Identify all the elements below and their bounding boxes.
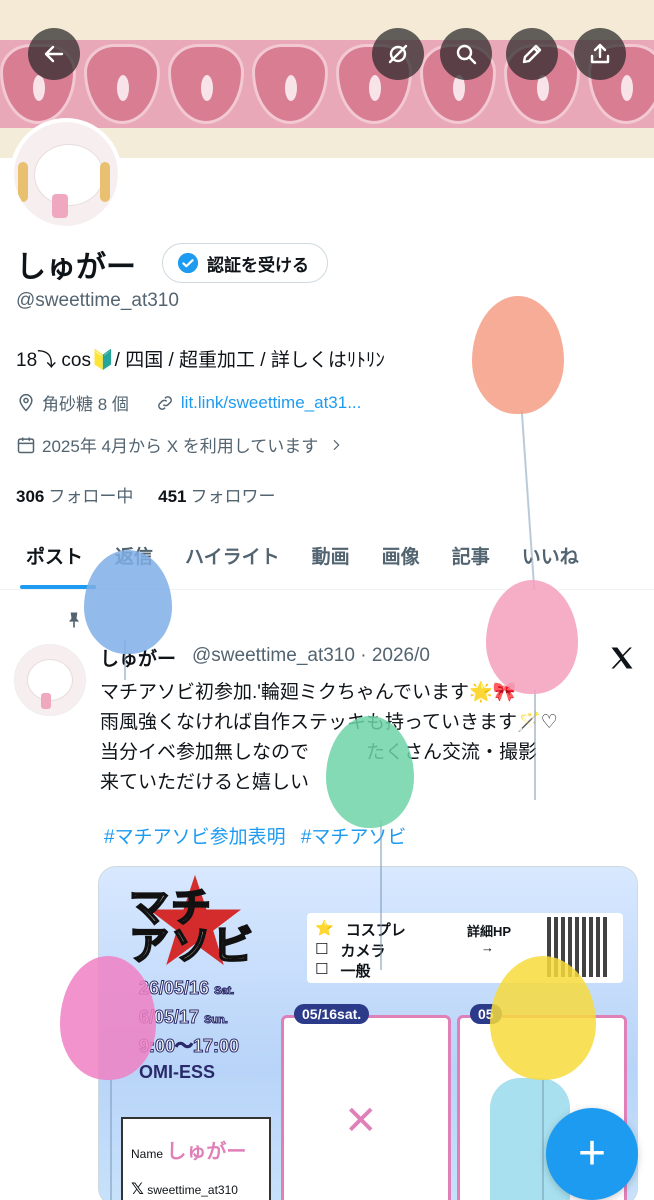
profile-location: 角砂糖 8 個 — [42, 395, 129, 414]
edit-button[interactable] — [506, 28, 558, 80]
x-logo-icon[interactable] — [608, 644, 636, 672]
following-label: フォロー中 — [48, 487, 134, 506]
date-1-day: Sat. — [214, 985, 235, 998]
followers-link[interactable]: 451 フォロワー — [158, 487, 275, 506]
post-avatar[interactable] — [14, 644, 86, 716]
date-2-day: Sun. — [204, 1014, 229, 1027]
calendar-icon — [17, 437, 35, 453]
event-venue: OMI-ESS — [139, 1062, 216, 1082]
share-button[interactable] — [574, 28, 626, 80]
tab-posts[interactable]: ポスト — [26, 542, 83, 569]
phone-icon — [41, 693, 51, 709]
profile-meta-row: 角砂糖 8 個 lit.link/sweettime_at31... — [16, 390, 361, 415]
star-icon: ⭐ — [315, 920, 334, 937]
balloon-string — [534, 690, 536, 800]
yellow-balloon — [490, 956, 596, 1080]
bead-decoration — [18, 162, 28, 202]
pin-icon — [69, 612, 79, 628]
following-count: 306 — [16, 487, 45, 506]
hashtag-link[interactable]: #マチアソビ参加表明 — [104, 827, 286, 848]
search-icon — [456, 44, 477, 65]
search-button[interactable] — [440, 28, 492, 80]
get-verified-button[interactable]: 認証を受ける — [162, 243, 328, 283]
card-handle: sweettime_at310 — [147, 1183, 238, 1197]
empty-checkbox-icon: ☐ — [315, 961, 329, 978]
tab-videos[interactable]: 動画 — [312, 542, 350, 569]
balloon-string — [110, 1080, 112, 1200]
profile-link[interactable]: lit.link/sweettime_at31... — [181, 393, 361, 413]
box-date-tag: 05/16sat. — [294, 1004, 370, 1024]
green-balloon — [326, 716, 414, 828]
compose-post-button[interactable]: + — [546, 1108, 638, 1200]
profile-bio: 18⤵︎ cos🔰/ 四国 / 超重加工 / 詳しくはﾘﾄﾘﾝ — [16, 350, 385, 371]
followers-count: 451 — [158, 487, 187, 506]
post-handle-date: @sweettime_at310 · 2026/0 — [192, 645, 430, 666]
link-icon — [158, 395, 172, 410]
pink-balloon — [486, 580, 578, 694]
card-name: しゅがー — [166, 1141, 247, 1163]
joined-date-row[interactable]: 2025年 4月から X を利用しています — [16, 432, 344, 457]
checkbox-cosplay: ⭐ コスプレ — [315, 919, 406, 940]
chevron-right-icon — [333, 439, 340, 450]
photo-box-1: 05/16sat. ✕ — [281, 1004, 451, 1200]
balloon-string — [380, 820, 382, 970]
edit-icon — [522, 44, 542, 64]
checkbox-label: 一般 — [340, 963, 371, 980]
checkbox-label: コスプレ — [345, 922, 406, 939]
tab-highlights[interactable]: ハイライト — [185, 542, 280, 569]
profile-avatar[interactable] — [10, 118, 122, 230]
profile-name: しゅがー — [16, 251, 136, 284]
magenta-balloon — [60, 956, 156, 1080]
tab-images[interactable]: 画像 — [382, 542, 420, 569]
checkbox-label: カメラ — [340, 943, 386, 960]
no-translate-button[interactable] — [372, 28, 424, 80]
location-pin-icon — [19, 393, 33, 412]
plus-icon: + — [577, 1127, 607, 1180]
bead-decoration — [100, 162, 110, 202]
follow-stats: 306 フォロー中 451 フォロワー — [16, 482, 275, 507]
detail-hp-label: 詳細HP → — [467, 921, 511, 955]
event-logo-text: マチ アソビ — [128, 886, 255, 968]
verified-badge-icon — [177, 252, 199, 274]
get-verified-label: 認証を受ける — [207, 255, 309, 275]
checkbox-general: ☐ 一般 — [315, 960, 370, 981]
back-button[interactable] — [28, 28, 80, 80]
orange-balloon — [472, 296, 564, 414]
tab-articles[interactable]: 記事 — [452, 542, 490, 569]
following-link[interactable]: 306 フォロー中 — [16, 487, 133, 506]
no-translate-icon — [388, 44, 408, 64]
arrow-text: → — [481, 940, 494, 955]
name-card: Name しゅがー 𝕏 sweettime_at310 — [121, 1117, 271, 1200]
cross-mark: ✕ — [344, 1099, 378, 1143]
name-label: Name — [131, 1147, 164, 1161]
followers-label: フォロワー — [190, 487, 276, 506]
share-icon — [590, 43, 610, 64]
checkbox-camera: ☐ カメラ — [315, 940, 385, 961]
x-mini-logo-icon: 𝕏 — [131, 1181, 144, 1198]
banner-cream — [0, 0, 654, 40]
profile-handle: @sweettime_at310 — [16, 290, 179, 311]
joined-date: 2025年 4月から X を利用しています — [42, 437, 319, 456]
phone-icon — [52, 194, 68, 218]
balloon-string — [542, 1080, 544, 1200]
detail-label-text: 詳細HP — [467, 924, 512, 939]
hashtag-link[interactable]: #マチアソビ — [301, 827, 407, 848]
empty-checkbox-icon: ☐ — [315, 941, 329, 958]
avatar-character — [34, 144, 104, 206]
back-icon — [44, 45, 64, 63]
blue-balloon — [84, 550, 172, 654]
